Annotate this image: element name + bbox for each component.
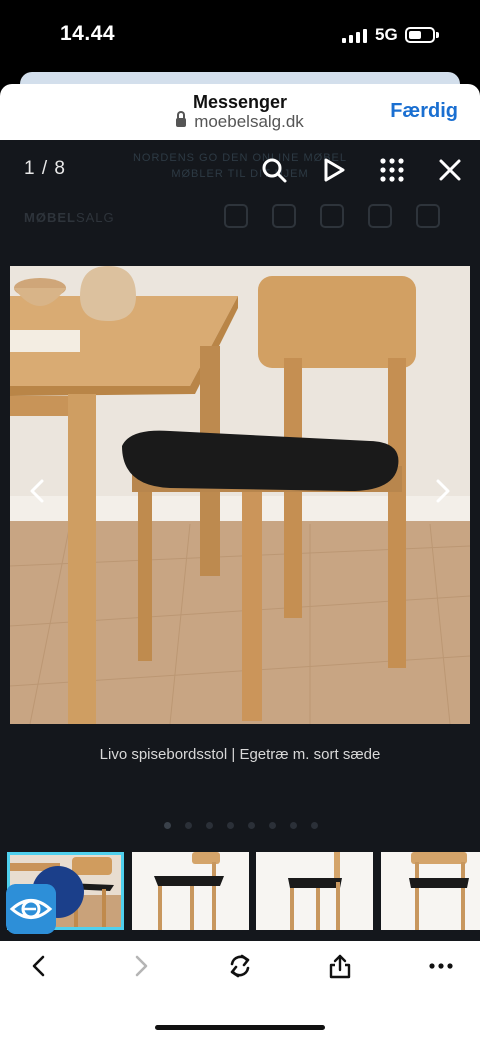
- chevron-right-icon[interactable]: [430, 476, 454, 506]
- image-viewer: NORDENS GO DEN ONLINE MØBEL MØBLER TIL D…: [0, 140, 480, 941]
- done-button[interactable]: Færdig: [390, 100, 458, 123]
- image-counter: 1 / 8: [24, 158, 66, 179]
- dot: [185, 822, 192, 829]
- thumbnail-4[interactable]: [381, 852, 480, 930]
- reload-icon[interactable]: [227, 953, 253, 979]
- battery-tip: [436, 32, 439, 38]
- signal-icon: [342, 29, 367, 43]
- browser-toolbar: [0, 941, 480, 1041]
- thumbnail-2[interactable]: [132, 852, 249, 930]
- close-icon[interactable]: [436, 156, 464, 184]
- dot: [311, 822, 318, 829]
- grid-icon[interactable]: [378, 156, 406, 184]
- image-caption: Livo spisebordsstol | Egetræ m. sort sæd…: [99, 746, 381, 763]
- background-icons: [224, 204, 464, 233]
- browser-header: Messenger moebelsalg.dk Færdig: [0, 84, 480, 140]
- home-indicator: [155, 1025, 325, 1030]
- background-logo: MØBELSALG: [24, 210, 115, 225]
- page-dots: [164, 816, 332, 834]
- search-icon[interactable]: [260, 156, 288, 184]
- eye-icon[interactable]: [6, 884, 56, 934]
- dot: [164, 822, 171, 829]
- background-logo-left: MØBEL: [24, 210, 76, 225]
- chevron-left-icon[interactable]: [26, 476, 50, 506]
- dot: [290, 822, 297, 829]
- network-type: 5G: [375, 25, 398, 44]
- back-icon[interactable]: [26, 953, 52, 979]
- background-banner: NORDENS GO DEN ONLINE MØBEL MØBLER TIL D…: [70, 150, 410, 182]
- dot: [269, 822, 276, 829]
- share-icon[interactable]: [327, 953, 353, 979]
- play-icon[interactable]: [320, 156, 348, 184]
- background-logo-right: SALG: [75, 210, 115, 225]
- dot: [248, 822, 255, 829]
- product-image[interactable]: [10, 266, 470, 724]
- background-banner-line2: MØBLER TIL DIT HJEM: [171, 168, 309, 180]
- thumbnail-3[interactable]: [256, 852, 373, 930]
- clock: 14.44: [60, 22, 116, 45]
- more-icon[interactable]: [428, 953, 454, 979]
- forward-icon: [135, 955, 148, 977]
- status-bar: 14.44 5G: [0, 0, 480, 72]
- dot: [206, 822, 213, 829]
- dot: [227, 822, 234, 829]
- lock-icon: [176, 111, 187, 127]
- background-banner-line1: NORDENS GO DEN ONLINE MØBEL: [132, 152, 348, 164]
- battery-icon: [405, 27, 435, 43]
- url-text: moebelsalg.dk: [194, 112, 304, 131]
